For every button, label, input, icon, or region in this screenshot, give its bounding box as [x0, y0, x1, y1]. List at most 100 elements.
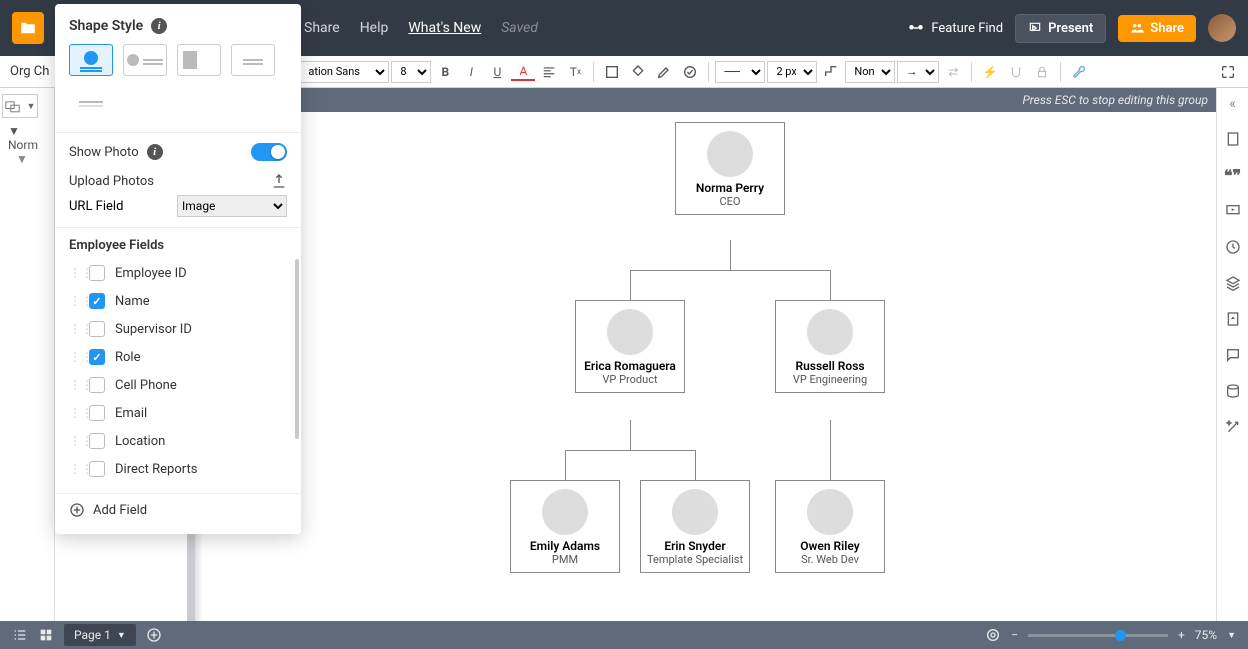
app-logo[interactable] [12, 12, 44, 44]
field-row[interactable]: ⋮⋮ Employee ID [55, 259, 301, 287]
bold-button[interactable]: B [433, 60, 457, 84]
field-checkbox[interactable] [89, 265, 105, 281]
url-field-select[interactable]: Image [177, 195, 287, 217]
employee-role: Template Specialist [645, 553, 745, 566]
shape-style-photo-top[interactable] [69, 44, 113, 76]
field-checkbox[interactable] [89, 377, 105, 393]
user-avatar[interactable] [1208, 14, 1236, 42]
rail-comment-icon[interactable]: ❝❞ [1224, 166, 1242, 184]
shape-style-button[interactable] [678, 60, 702, 84]
magnet-button[interactable] [1004, 60, 1028, 84]
drag-handle-icon[interactable]: ⋮⋮ [69, 434, 79, 448]
clear-format-button[interactable]: Tx [563, 60, 587, 84]
list-view-icon[interactable] [12, 627, 28, 643]
rail-magic-icon[interactable] [1224, 418, 1242, 436]
org-card[interactable]: Emily Adams PMM [510, 480, 620, 573]
info-icon[interactable]: i [147, 144, 163, 160]
field-row[interactable]: ⋮⋮ Cell Phone [55, 371, 301, 399]
field-row[interactable]: ⋮⋮ Location [55, 427, 301, 455]
shape-style-lines[interactable] [231, 44, 275, 76]
line-width-select[interactable]: 2 px [767, 61, 817, 83]
rail-layers-icon[interactable] [1224, 274, 1242, 292]
shape-style-minimal[interactable] [69, 86, 113, 118]
align-button[interactable] [537, 60, 561, 84]
feature-find-button[interactable]: Feature Find [907, 19, 1003, 37]
zoom-out-button[interactable]: − [1011, 628, 1018, 642]
drag-handle-icon[interactable]: ⋮⋮ [69, 406, 79, 420]
grid-view-icon[interactable] [38, 627, 54, 643]
collapse-rail-button[interactable]: « [1229, 96, 1236, 112]
fullscreen-button[interactable] [1216, 60, 1240, 84]
fill-color-button[interactable] [600, 60, 624, 84]
field-checkbox[interactable] [89, 321, 105, 337]
shape-style-split[interactable] [177, 44, 221, 76]
font-size-select[interactable]: 8 pt [391, 61, 431, 83]
employee-role: Sr. Web Dev [780, 553, 880, 566]
line-color-button[interactable] [652, 60, 676, 84]
field-checkbox[interactable] [89, 293, 105, 309]
document-title[interactable]: Org Ch [8, 64, 57, 79]
drag-handle-icon[interactable]: ⋮⋮ [69, 322, 79, 336]
drag-handle-icon[interactable]: ⋮⋮ [69, 266, 79, 280]
org-card[interactable]: Erica Romaguera VP Product [575, 300, 685, 393]
share-button[interactable]: Share [1118, 15, 1196, 42]
field-checkbox[interactable] [89, 405, 105, 421]
font-family-select[interactable]: ation Sans [299, 61, 389, 83]
swap-button[interactable]: ⇄ [941, 60, 965, 84]
rail-history-icon[interactable] [1224, 238, 1242, 256]
org-card[interactable]: Russell Ross VP Engineering [775, 300, 885, 393]
field-checkbox[interactable] [89, 349, 105, 365]
present-button[interactable]: Present [1015, 14, 1106, 43]
page-tab[interactable]: Page 1 ▼ [64, 624, 136, 646]
info-icon[interactable]: i [151, 18, 167, 34]
field-row[interactable]: ⋮⋮ Supervisor ID [55, 315, 301, 343]
add-page-button[interactable] [146, 627, 162, 643]
menu-share[interactable]: Share [304, 20, 340, 36]
upload-photos-row[interactable]: Upload Photos [55, 171, 301, 191]
org-card[interactable]: Erin Snyder Template Specialist [640, 480, 750, 573]
lock-button[interactable] [1030, 60, 1054, 84]
italic-button[interactable]: I [459, 60, 483, 84]
field-row[interactable]: ⋮⋮ Email [55, 399, 301, 427]
rail-database-icon[interactable] [1224, 382, 1242, 400]
arrow-select[interactable]: → [897, 61, 939, 83]
target-icon[interactable] [985, 627, 1001, 643]
field-row[interactable]: ⋮⋮ Direct Reports [55, 455, 301, 483]
drag-handle-icon[interactable]: ⋮⋮ [69, 378, 79, 392]
menu-whats-new[interactable]: What's New [408, 20, 481, 36]
rail-document-icon[interactable] [1224, 130, 1242, 148]
scrollbar-thumb[interactable] [295, 259, 299, 439]
zoom-level[interactable]: 75% [1195, 628, 1217, 642]
rail-data-icon[interactable] [1224, 310, 1242, 328]
field-row[interactable]: ⋮⋮ Name [55, 287, 301, 315]
org-card[interactable]: Norma Perry CEO [675, 122, 785, 215]
drag-handle-icon[interactable]: ⋮⋮ [69, 294, 79, 308]
employee-photo [607, 309, 653, 355]
field-row[interactable]: ⋮⋮ Role [55, 343, 301, 371]
show-photo-toggle[interactable] [251, 143, 287, 161]
add-field-button[interactable]: Add Field [55, 493, 301, 526]
shape-tool-dropdown[interactable]: ▼ [2, 94, 38, 118]
shape-style-photo-left[interactable] [123, 44, 167, 76]
field-checkbox[interactable] [89, 461, 105, 477]
action-button[interactable]: ⚡ [978, 60, 1002, 84]
menu-help[interactable]: Help [360, 20, 389, 36]
zoom-slider[interactable] [1028, 634, 1168, 637]
text-color-button[interactable]: A [511, 63, 535, 81]
field-row[interactable]: ⋮⋮ Total Reports [55, 483, 301, 489]
line-route-button[interactable] [819, 60, 843, 84]
rail-chat-icon[interactable] [1224, 346, 1242, 364]
bucket-button[interactable] [626, 60, 650, 84]
field-checkbox[interactable] [89, 433, 105, 449]
wrench-button[interactable] [1067, 60, 1091, 84]
line-end-select[interactable]: None [845, 61, 895, 83]
underline-button[interactable]: U [485, 60, 509, 84]
org-card[interactable]: Owen Riley Sr. Web Dev [775, 480, 885, 573]
rail-present-icon[interactable] [1224, 202, 1242, 220]
drag-handle-icon[interactable]: ⋮⋮ [69, 462, 79, 476]
outline-tree[interactable]: ▼ Norm ▼ [2, 124, 52, 166]
drag-handle-icon[interactable]: ⋮⋮ [69, 350, 79, 364]
pencil-icon [656, 64, 672, 80]
line-style-select[interactable]: ── [715, 61, 765, 83]
zoom-in-button[interactable]: + [1178, 628, 1185, 642]
